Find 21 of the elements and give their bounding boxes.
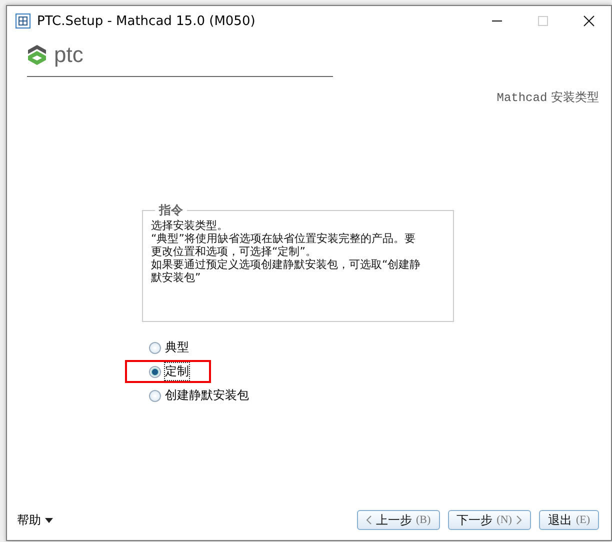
next-button[interactable]: 下一步 (N) bbox=[448, 510, 531, 530]
exit-button[interactable]: 退出 (E) bbox=[538, 510, 599, 530]
logo-icon bbox=[27, 44, 47, 66]
app-icon bbox=[15, 13, 31, 29]
radio-option[interactable]: 创建静默安装包 bbox=[125, 384, 271, 407]
panel-legend: 指令 bbox=[155, 202, 187, 219]
close-icon[interactable] bbox=[583, 15, 595, 27]
window-title: PTC.Setup - Mathcad 15.0 (M050) bbox=[37, 14, 256, 28]
radio-option[interactable]: 典型 bbox=[125, 336, 211, 359]
help-menu[interactable]: 帮助 bbox=[17, 512, 53, 528]
radio-option[interactable]: 定制 bbox=[125, 360, 211, 383]
step-title: Mathcad 安装类型 bbox=[496, 89, 599, 106]
instructions-text: 选择安装类型。 bbox=[151, 219, 229, 232]
instructions-text: 如果要通过预定义选项创建静默安装包，可选取“创建静默安装包” bbox=[151, 258, 422, 284]
chevron-left-icon bbox=[366, 515, 372, 525]
maximize-icon bbox=[537, 15, 549, 27]
instructions-text: “典型”将使用缺省选项在缺省位置安装完整的产品。要更改位置和选项，可选择“定制”。 bbox=[151, 232, 416, 258]
chevron-right-icon bbox=[516, 515, 522, 525]
caret-icon bbox=[45, 518, 53, 522]
logo-text: ptc bbox=[54, 44, 84, 66]
back-button[interactable]: 上一步 (B) bbox=[357, 510, 440, 530]
